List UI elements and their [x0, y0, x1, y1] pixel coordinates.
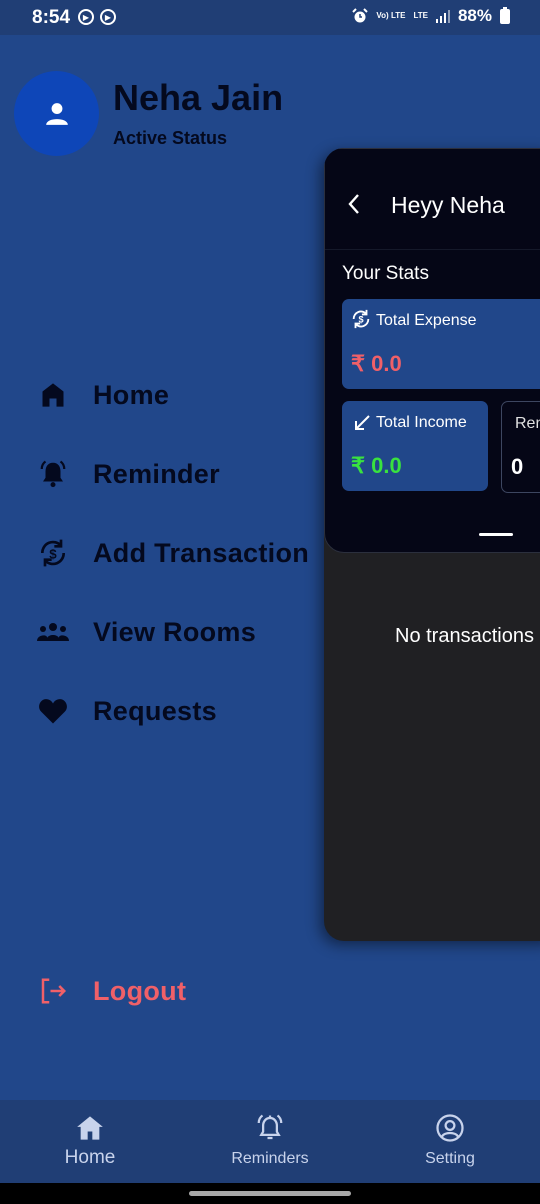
- total-income-value: ₹ 0.0: [351, 453, 402, 478]
- nav-setting[interactable]: Setting: [380, 1100, 520, 1183]
- total-income-card[interactable]: Total Income ₹ 0.0: [342, 401, 488, 491]
- menu-item-add-transaction[interactable]: $ Add Transaction: [36, 536, 309, 570]
- nav-home[interactable]: Home: [20, 1100, 160, 1183]
- signal-icon: [435, 10, 450, 23]
- logout-icon: [36, 974, 70, 1008]
- logout-button[interactable]: Logout: [36, 974, 186, 1008]
- stats-panel: Heyy Neha Your Stats $ Total Expense ₹ 0…: [324, 148, 540, 553]
- menu-item-home[interactable]: Home: [36, 378, 169, 412]
- menu-item-label: Home: [93, 379, 170, 410]
- status-time: 8:54: [32, 7, 71, 28]
- menu-item-reminder[interactable]: Reminder: [36, 457, 220, 491]
- heart-icon: [36, 694, 70, 728]
- reminders-card-label: Rem: [515, 415, 540, 432]
- battery-icon: [500, 6, 510, 24]
- menu-item-label: Add Transaction: [93, 537, 310, 568]
- nav-label: Reminders: [231, 1150, 309, 1167]
- stats-heading: Your Stats: [342, 263, 429, 284]
- person-icon: [45, 102, 68, 125]
- home-icon: [76, 1113, 104, 1143]
- bell-icon: [36, 457, 70, 491]
- logout-label: Logout: [93, 975, 187, 1006]
- status-bar: 8:54 ▶ ▶ Vo) LTE LTE 88%: [0, 0, 540, 35]
- total-expense-value: ₹ 0.0: [351, 351, 402, 376]
- home-gesture-pill[interactable]: [189, 1191, 351, 1196]
- profile-name: Neha Jain: [113, 77, 284, 118]
- notification-app-icon: ▶: [100, 9, 116, 25]
- menu-item-view-rooms[interactable]: View Rooms: [36, 615, 256, 649]
- reminders-card[interactable]: Rem 0: [501, 401, 540, 493]
- nav-label: Home: [64, 1147, 116, 1168]
- notification-app-icon: ▶: [78, 9, 94, 25]
- divider: [325, 249, 540, 250]
- profile-status: Active Status: [113, 128, 228, 148]
- main-screen-preview[interactable]: Heyy Neha Your Stats $ Total Expense ₹ 0…: [324, 148, 540, 941]
- alarm-icon: [255, 1113, 285, 1143]
- menu-item-requests[interactable]: Requests: [36, 694, 217, 728]
- menu-item-label: Reminder: [93, 458, 220, 489]
- alarm-status-icon: [352, 8, 369, 23]
- total-expense-card[interactable]: $ Total Expense ₹ 0.0: [342, 299, 540, 389]
- bottom-navigation: Home Reminders Setting: [0, 1100, 540, 1183]
- home-icon: [36, 378, 70, 412]
- menu-item-label: Requests: [93, 695, 217, 726]
- empty-state-message: No transactions: [395, 625, 534, 647]
- account-circle-icon: [435, 1113, 465, 1143]
- svg-text:$: $: [358, 315, 363, 325]
- reminders-card-value: 0: [511, 454, 524, 479]
- svg-text:$: $: [49, 546, 57, 561]
- network-type: Vo) LTE: [376, 11, 406, 20]
- nav-label: Setting: [425, 1150, 475, 1167]
- system-navigation-bar: [0, 1183, 540, 1204]
- total-income-label: Total Income: [376, 414, 467, 431]
- total-expense-label: Total Expense: [376, 312, 477, 329]
- exchange-icon: $: [36, 536, 70, 570]
- network-type-2: LTE: [413, 11, 428, 20]
- group-icon: [36, 615, 70, 649]
- avatar[interactable]: [14, 71, 99, 156]
- greeting-title: Heyy Neha: [391, 192, 505, 218]
- page-indicator: [479, 533, 513, 536]
- battery-percent: 88%: [457, 6, 492, 25]
- nav-reminders[interactable]: Reminders: [200, 1100, 340, 1183]
- menu-item-label: View Rooms: [93, 616, 257, 647]
- exchange-icon: $: [350, 308, 372, 335]
- arrow-down-left-icon: [353, 414, 371, 437]
- back-chevron-icon[interactable]: [347, 193, 361, 220]
